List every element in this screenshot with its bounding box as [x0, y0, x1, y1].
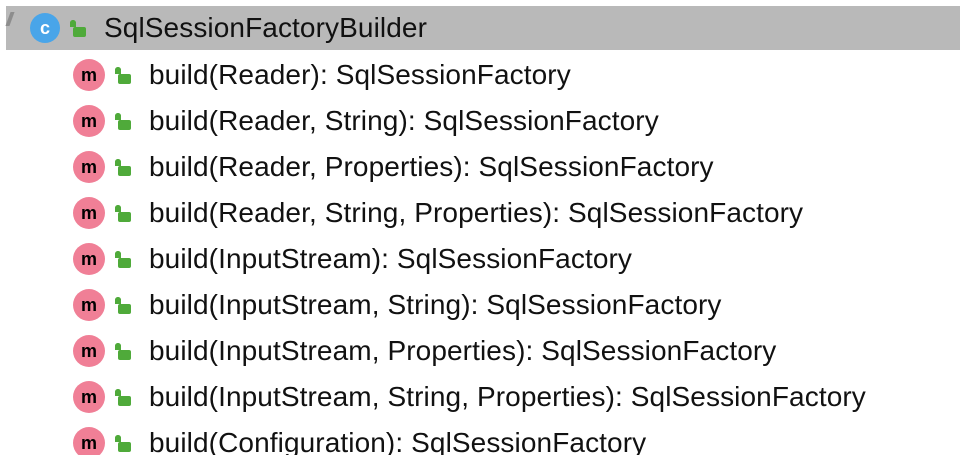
- method-label: build(InputStream): SqlSessionFactory: [149, 243, 633, 274]
- public-lock-icon: [114, 434, 131, 452]
- public-lock-icon: [114, 204, 131, 222]
- public-lock-icon: [114, 66, 131, 84]
- method-row[interactable]: m build(Reader): SqlSessionFactory: [73, 52, 571, 98]
- method-label: build(Reader): SqlSessionFactory: [149, 59, 571, 90]
- method-badge-icon: m: [73, 105, 105, 137]
- method-badge-icon: m: [73, 289, 105, 321]
- method-row[interactable]: m build(InputStream, String, Properties)…: [73, 374, 866, 420]
- method-badge-icon: m: [73, 427, 105, 455]
- method-row[interactable]: m build(Reader, String): SqlSessionFacto…: [73, 98, 659, 144]
- method-row[interactable]: m build(InputStream, Properties): SqlSes…: [73, 328, 776, 374]
- method-label: build(InputStream, Properties): SqlSessi…: [149, 335, 777, 366]
- method-row[interactable]: m build(Configuration): SqlSessionFactor…: [73, 420, 646, 455]
- method-row[interactable]: m build(Reader, String, Properties): Sql…: [73, 190, 803, 236]
- public-lock-icon: [114, 296, 131, 314]
- method-label: build(Configuration): SqlSessionFactory: [149, 427, 647, 455]
- method-row[interactable]: m build(Reader, Properties): SqlSessionF…: [73, 144, 714, 190]
- public-lock-icon: [114, 112, 131, 130]
- method-badge-icon: m: [73, 243, 105, 275]
- method-label: build(Reader, String): SqlSessionFactory: [149, 105, 659, 136]
- method-label: build(Reader, Properties): SqlSessionFac…: [149, 151, 714, 182]
- method-badge-icon: m: [73, 151, 105, 183]
- expand-toggle-icon[interactable]: [6, 6, 16, 50]
- structure-tree: c SqlSessionFactoryBuilder m build(Reade…: [0, 0, 960, 455]
- public-lock-icon: [114, 342, 131, 360]
- public-lock-icon: [114, 388, 131, 406]
- method-row[interactable]: m build(InputStream): SqlSessionFactory: [73, 236, 632, 282]
- method-badge-icon: m: [73, 59, 105, 91]
- class-node-row[interactable]: c SqlSessionFactoryBuilder: [6, 6, 960, 50]
- method-badge-icon: m: [73, 335, 105, 367]
- method-label: build(Reader, String, Properties): SqlSe…: [149, 197, 804, 228]
- public-lock-icon: [69, 19, 86, 37]
- method-row[interactable]: m build(InputStream, String): SqlSession…: [73, 282, 722, 328]
- method-label: build(InputStream, String): SqlSessionFa…: [149, 289, 722, 320]
- class-badge-icon: c: [30, 13, 60, 43]
- public-lock-icon: [114, 250, 131, 268]
- public-lock-icon: [114, 158, 131, 176]
- method-badge-icon: m: [73, 197, 105, 229]
- class-name-label: SqlSessionFactoryBuilder: [104, 12, 427, 43]
- method-badge-icon: m: [73, 381, 105, 413]
- method-label: build(InputStream, String, Properties): …: [149, 381, 866, 412]
